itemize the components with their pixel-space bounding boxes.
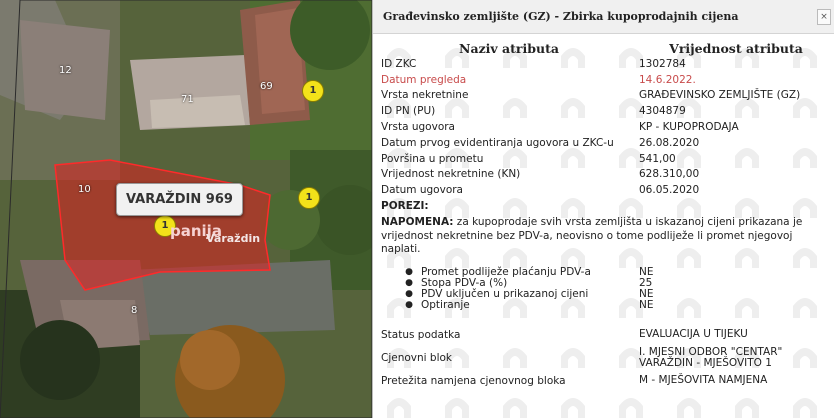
attribute-row: Datum pregleda 14.6.2022. [381, 72, 834, 88]
attribute-value: 541,00 [639, 152, 676, 165]
attribute-value: GRAĐEVINSKO ZEMLJIŠTE (GZ) [639, 89, 801, 102]
panel-header: Građevinsko zemljište (GZ) - Zbirka kupo… [373, 0, 834, 34]
parcel-number: 71 [181, 94, 194, 105]
close-button[interactable]: × [817, 8, 831, 25]
attribute-name: Status podatka [381, 328, 461, 341]
attribute-row: Status podatka EVALUACIJA U TIJEKU [381, 327, 834, 343]
attribute-row: Vrsta ugovora KP - KUPOPRODAJA [381, 119, 834, 135]
note-label: NAPOMENA: [381, 216, 454, 229]
bullet-icon: ● [405, 300, 413, 311]
section-heading-taxes: POREZI: [381, 200, 429, 213]
cluster-marker[interactable]: 1 [298, 187, 320, 209]
attribute-value: 628.310,00 [639, 168, 700, 181]
bullet-icon: ● [405, 267, 413, 278]
attribute-name: Pretežita namjena cjenovnog bloka [381, 374, 566, 387]
attribute-name: Vrsta ugovora [381, 121, 455, 134]
attribute-row: Cjenovni blok I. MJESNI ODBOR "CENTAR" VA… [381, 343, 834, 373]
attribute-name: Datum prvog evidentiranja ugovora u ZKC-… [381, 136, 614, 149]
attribute-row: ID PN (PU) 4304879 [381, 103, 834, 119]
attribute-value: M - MJEŠOVITA NAMJENA [639, 374, 768, 387]
attribute-name: Cjenovni blok [381, 351, 452, 364]
map-view[interactable]: 12 71 69 10 8 1 1 1 a panija Varaždin VA… [0, 0, 372, 418]
tax-value: NE [639, 299, 654, 312]
tax-item: ● PDV uključen u prikazanoj cijeni NE [381, 288, 834, 300]
cluster-marker[interactable]: 1 [302, 80, 324, 102]
panel-title: Građevinsko zemljište (GZ) - Zbirka kupo… [383, 10, 739, 23]
attribute-name: ID PN (PU) [381, 105, 436, 118]
attribute-value: 4304879 [639, 105, 686, 118]
attribute-row: ID ZKC 1302784 [381, 56, 834, 72]
tax-name: Optiranje [421, 299, 470, 312]
attribute-row: Površina u prometu 541,00 [381, 151, 834, 167]
attribute-row: Pretežita namjena cjenovnog bloka M - MJ… [381, 373, 834, 389]
info-panel: Građevinsko zemljište (GZ) - Zbirka kupo… [372, 0, 834, 418]
attribute-name: Vrsta nekretnine [381, 89, 469, 102]
attribute-value: 14.6.2022. [639, 73, 696, 86]
tax-item: ● Optiranje NE [381, 299, 834, 312]
attribute-table-header: Naziv atributa Vrijednost atributa [381, 34, 834, 56]
attribute-row: Datum ugovora 06.05.2020 [381, 182, 834, 198]
bullet-icon: ● [405, 278, 413, 289]
attribute-value: KP - KUPOPRODAJA [639, 121, 739, 134]
bullet-icon: ● [405, 289, 413, 300]
note-text: NAPOMENA: za kupoprodaje svih vrsta zeml… [381, 216, 833, 257]
attribute-row: Vrsta nekretnine GRAĐEVINSKO ZEMLJIŠTE (… [381, 88, 834, 104]
attribute-name: Datum ugovora [381, 184, 463, 197]
tax-item: ● Promet podliježe plaćanju PDV-a NE [381, 266, 834, 278]
parcel-number: 10 [78, 184, 91, 195]
attribute-value: I. MJESNI ODBOR "CENTAR" VARAŽDIN - MJEŠO… [639, 346, 834, 369]
parcel-number: 69 [260, 81, 273, 92]
parcel-number: 12 [59, 65, 72, 76]
tax-list: ● Promet podliježe plaćanju PDV-a NE ● S… [381, 266, 834, 312]
attribute-value: 26.08.2020 [639, 136, 700, 149]
attribute-name: Datum pregleda [381, 73, 467, 86]
attribute-value: 06.05.2020 [639, 184, 700, 197]
attribute-value: EVALUACIJA U TIJEKU [639, 328, 748, 341]
tax-item: ● Stopa PDV-a (%) 25 [381, 277, 834, 289]
parcel-label[interactable]: VARAŽDIN 969 [116, 183, 243, 216]
column-header-attr: Naziv atributa [459, 41, 559, 56]
attribute-name: Površina u prometu [381, 152, 484, 165]
column-header-value: Vrijednost atributa [669, 41, 803, 56]
panel-body[interactable]: Naziv atributa Vrijednost atributa ID ZK… [373, 34, 834, 418]
attribute-name: ID ZKC [381, 57, 417, 70]
attribute-row: Vrijednost nekretnine (KN) 628.310,00 [381, 167, 834, 183]
attribute-value: 1302784 [639, 57, 686, 70]
map-text: Varaždin [206, 232, 261, 245]
parcel-number: 8 [131, 305, 138, 316]
price-block-line: VARAŽDIN - MJEŠOVITO 1 [639, 356, 772, 369]
attribute-name: Vrijednost nekretnine (KN) [381, 168, 521, 181]
attribute-row: Datum prvog evidentiranja ugovora u ZKC-… [381, 135, 834, 151]
